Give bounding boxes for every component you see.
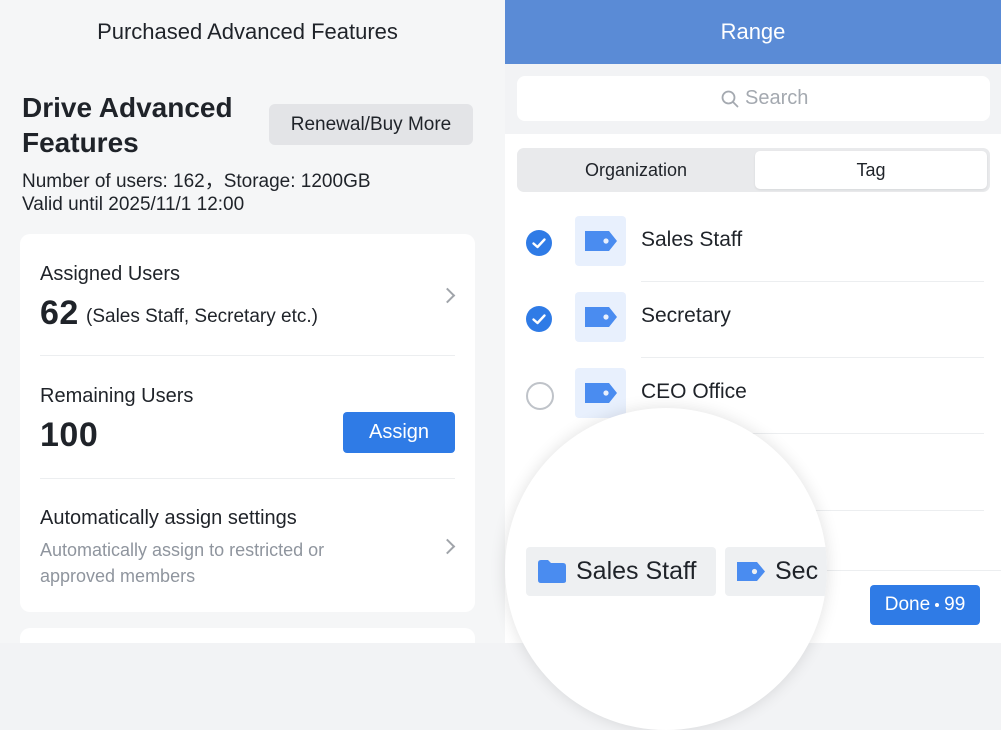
divider [40, 355, 455, 356]
done-button[interactable]: Done 99 [870, 585, 980, 625]
auto-assign-description: Automatically assign to restricted or ap… [40, 540, 325, 586]
remaining-users-count: 100 [40, 416, 99, 454]
renewal-buy-more-button[interactable]: Renewal/Buy More [269, 104, 473, 145]
assigned-users-note: (Sales Staff, Secretary etc.) [86, 306, 318, 327]
chip-label: Sec [775, 557, 819, 585]
assigned-users-label: Assigned Users [40, 263, 181, 285]
folder-icon [538, 560, 566, 583]
list-item-label: CEO Office [641, 380, 747, 403]
done-count: 99 [944, 594, 966, 615]
chip-label: Sales Staff [576, 557, 697, 585]
tag-icon [575, 292, 626, 342]
unchecked-checkbox[interactable] [526, 382, 554, 410]
list-item-label: Secretary [641, 304, 731, 327]
feature-title: Drive Advanced Features [22, 92, 233, 158]
valid-until-info: Valid until 2025/11/1 12:00 [22, 194, 245, 215]
remaining-users-label: Remaining Users [40, 385, 194, 407]
chevron-right-icon [439, 538, 456, 555]
search-placeholder: Search [745, 87, 809, 109]
checked-checkbox[interactable] [526, 230, 552, 256]
assign-button[interactable]: Assign [343, 412, 455, 453]
selected-chip[interactable]: Sec [725, 547, 827, 596]
separator-dot [935, 602, 940, 607]
list-item[interactable]: CEO Office [505, 358, 1001, 434]
list-item[interactable]: Sales Staff [505, 206, 1001, 282]
assigned-users-row[interactable]: Assigned Users 62 (Sales Staff, Secretar… [20, 234, 475, 354]
users-storage-info: Number of users: 162，Storage: 1200GB [22, 171, 371, 192]
assigned-users-count: 62 [40, 294, 79, 332]
tab-switcher: Organization Tag [517, 148, 990, 192]
list-item[interactable]: Secretary [505, 282, 1001, 358]
tag-icon [575, 368, 626, 418]
assignment-card: Assigned Users 62 (Sales Staff, Secretar… [20, 234, 475, 612]
search-input[interactable]: Search [517, 76, 990, 121]
tag-icon [737, 562, 765, 581]
tag-icon [575, 216, 626, 266]
checkmark-icon [532, 314, 546, 325]
range-title: Range [505, 0, 1001, 64]
auto-assign-settings-row[interactable]: Automatically assign settings Automatica… [20, 479, 475, 612]
list-item-label: Sales Staff [641, 228, 743, 251]
tab-tag[interactable]: Tag [755, 151, 987, 189]
checked-checkbox[interactable] [526, 306, 552, 332]
auto-assign-label: Automatically assign settings [40, 507, 297, 529]
page-title: Purchased Advanced Features [97, 19, 398, 44]
search-icon [721, 90, 739, 108]
done-label: Done [884, 594, 931, 615]
purchased-features-panel: Purchased Advanced Features Drive Advanc… [0, 0, 505, 643]
checkmark-icon [532, 238, 546, 249]
selected-chip[interactable]: Sales Staff [526, 547, 716, 596]
tab-organization[interactable]: Organization [520, 151, 752, 189]
next-card [20, 628, 475, 643]
magnifier-overlay: Sales Staff Sec [505, 408, 827, 730]
chevron-right-icon [439, 287, 456, 304]
